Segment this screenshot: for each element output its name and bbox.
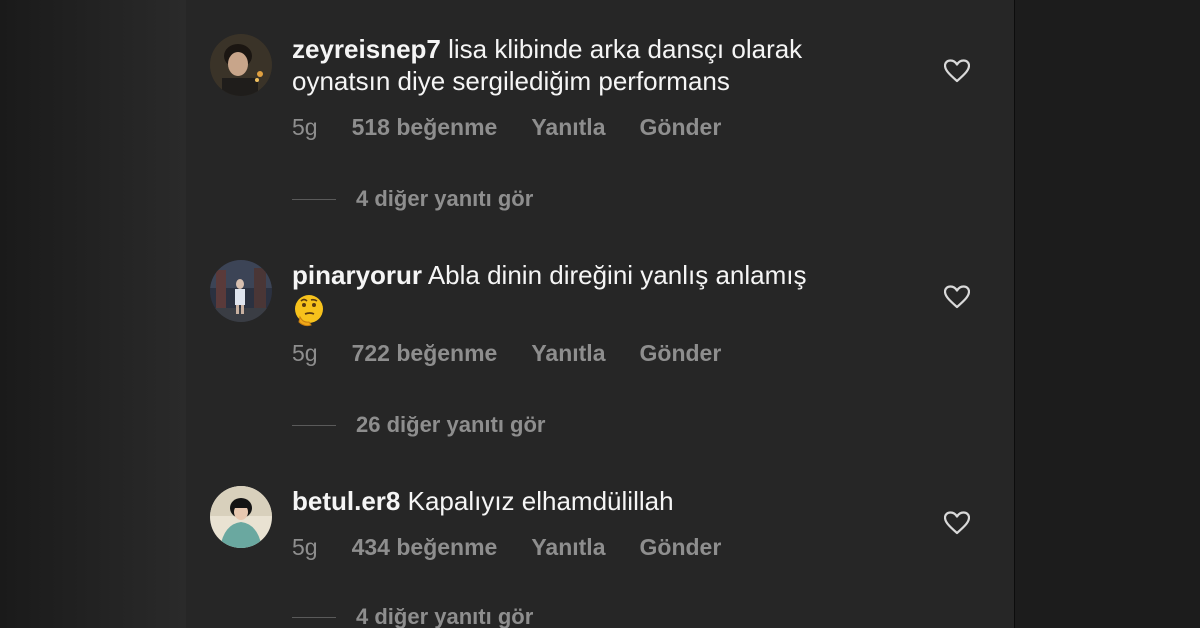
view-replies-button[interactable]: 26 diğer yanıtı gör	[292, 412, 546, 438]
replies-divider	[292, 616, 336, 618]
avatar[interactable]	[210, 260, 272, 322]
comment-username[interactable]: betul.er8	[292, 486, 400, 516]
comment-text: betul.er8 Kapalıyız elhamdülillah	[292, 485, 892, 517]
screen: zeyreisnep7 lisa klibinde arka dansçı ol…	[0, 0, 1200, 628]
right-backdrop	[1014, 0, 1200, 628]
heart-icon[interactable]	[944, 285, 970, 309]
send-button[interactable]: Gönder	[640, 340, 722, 367]
view-replies-label: 4 diğer yanıtı gör	[356, 604, 534, 628]
comment-time: 5g	[292, 534, 318, 560]
send-button[interactable]: Gönder	[640, 114, 722, 141]
thinking-face-emoji-icon	[295, 295, 323, 327]
comment-time: 5g	[292, 114, 318, 140]
heart-icon[interactable]	[944, 511, 970, 535]
view-replies-label: 26 diğer yanıtı gör	[356, 412, 546, 437]
comment-time: 5g	[292, 340, 318, 366]
comments-panel[interactable]: zeyreisnep7 lisa klibinde arka dansçı ol…	[186, 0, 1014, 628]
avatar-image	[210, 34, 272, 96]
avatar-image	[210, 486, 272, 548]
like-count[interactable]: 722 beğenme	[352, 340, 498, 367]
reply-button[interactable]: Yanıtla	[531, 114, 605, 141]
view-replies-button[interactable]: 4 diğer yanıtı gör	[292, 186, 533, 212]
like-count[interactable]: 518 beğenme	[352, 114, 498, 141]
comment-meta: 5g 722 beğenme Yanıtla Gönder	[292, 340, 755, 367]
comment-body: Abla dinin direğini yanlış anlamış	[427, 260, 807, 290]
comment-text: zeyreisnep7 lisa klibinde arka dansçı ol…	[292, 33, 892, 97]
send-button[interactable]: Gönder	[640, 534, 722, 561]
comment-text: pinaryorur Abla dinin direğini yanlış an…	[292, 259, 892, 327]
comment-meta: 5g 518 beğenme Yanıtla Gönder	[292, 114, 755, 141]
comment-username[interactable]: zeyreisnep7	[292, 34, 441, 64]
replies-divider	[292, 424, 336, 426]
reply-button[interactable]: Yanıtla	[531, 340, 605, 367]
left-backdrop	[0, 0, 186, 628]
comment-body: Kapalıyız elhamdülillah	[407, 486, 674, 516]
replies-divider	[292, 198, 336, 200]
view-replies-label: 4 diğer yanıtı gör	[356, 186, 534, 211]
view-replies-button[interactable]: 4 diğer yanıtı gör	[292, 604, 533, 628]
avatar[interactable]	[210, 486, 272, 548]
comment-meta: 5g 434 beğenme Yanıtla Gönder	[292, 534, 755, 561]
heart-icon[interactable]	[944, 59, 970, 83]
reply-button[interactable]: Yanıtla	[531, 534, 605, 561]
like-count[interactable]: 434 beğenme	[352, 534, 498, 561]
comment-username[interactable]: pinaryorur	[292, 260, 422, 290]
avatar[interactable]	[210, 34, 272, 96]
avatar-image	[210, 260, 272, 322]
